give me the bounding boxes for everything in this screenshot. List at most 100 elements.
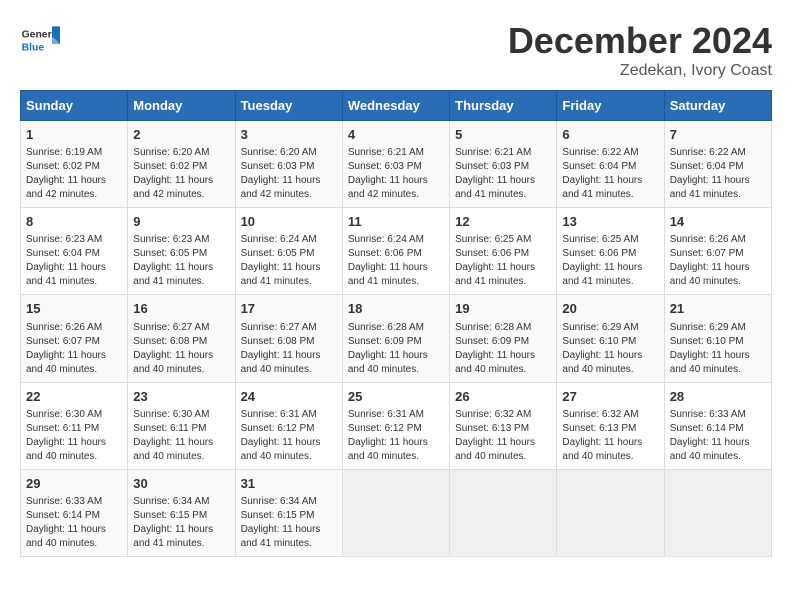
day-info: Sunrise: 6:25 AMSunset: 6:06 PMDaylight:… [455,233,551,289]
calendar-day-cell: 26 Sunrise: 6:32 AMSunset: 6:13 PMDayligh… [450,382,557,469]
day-number: 20 [562,300,658,318]
day-number: 18 [348,300,444,318]
day-info: Sunrise: 6:31 AMSunset: 6:12 PMDaylight:… [241,408,337,464]
svg-text:Blue: Blue [22,42,45,53]
day-info: Sunrise: 6:19 AMSunset: 6:02 PMDaylight:… [26,146,122,202]
calendar-day-cell: 1Sunrise: 6:19 AMSunset: 6:02 PMDaylight… [21,121,128,208]
weekday-header-wednesday: Wednesday [342,91,449,121]
calendar-table: SundayMondayTuesdayWednesdayThursdayFrid… [20,90,772,557]
weekday-header-friday: Friday [557,91,664,121]
calendar-day-cell: 22 Sunrise: 6:30 AMSunset: 6:11 PMDayligh… [21,382,128,469]
calendar-day-cell: 19 Sunrise: 6:28 AMSunset: 6:09 PMDayligh… [450,295,557,382]
calendar-day-cell [664,469,771,556]
day-number: 25 [348,388,444,406]
day-info: Sunrise: 6:20 AMSunset: 6:03 PMDaylight:… [241,146,337,202]
day-number: 14 [670,213,766,231]
day-number: 22 [26,388,122,406]
calendar-day-cell: 20 Sunrise: 6:29 AMSunset: 6:10 PMDayligh… [557,295,664,382]
day-info: Sunrise: 6:28 AMSunset: 6:09 PMDaylight:… [348,321,444,377]
calendar-day-cell: 17Sunrise: 6:27 AMSunset: 6:08 PMDayligh… [235,295,342,382]
calendar-day-cell: 4Sunrise: 6:21 AMSunset: 6:03 PMDaylight… [342,121,449,208]
weekday-header-monday: Monday [128,91,235,121]
day-info: Sunrise: 6:32 AMSunset: 6:13 PMDaylight:… [562,408,658,464]
day-number: 15 [26,300,122,318]
calendar-week-row: 15 Sunrise: 6:26 AMSunset: 6:07 PMDayligh… [21,295,772,382]
day-number: 8 [26,213,122,231]
logo-icon: General Blue [20,20,60,60]
day-info: Sunrise: 6:34 AMSunset: 6:15 PMDaylight:… [241,495,337,551]
day-number: 3 [241,126,337,144]
calendar-body: 1Sunrise: 6:19 AMSunset: 6:02 PMDaylight… [21,121,772,557]
calendar-day-cell: 3 Sunrise: 6:20 AMSunset: 6:03 PMDaylight… [235,121,342,208]
month-title: December 2024 [508,20,772,62]
day-info: Sunrise: 6:33 AMSunset: 6:14 PMDaylight:… [26,495,122,551]
day-info: Sunrise: 6:25 AMSunset: 6:06 PMDaylight:… [562,233,658,289]
day-info: Sunrise: 6:20 AMSunset: 6:02 PMDaylight:… [133,146,229,202]
day-number: 11 [348,213,444,231]
day-number: 28 [670,388,766,406]
day-number: 10 [241,213,337,231]
day-info: Sunrise: 6:30 AMSunset: 6:11 PMDaylight:… [26,408,122,464]
calendar-day-cell: 8 Sunrise: 6:23 AMSunset: 6:04 PMDaylight… [21,208,128,295]
calendar-day-cell: 9 Sunrise: 6:23 AMSunset: 6:05 PMDaylight… [128,208,235,295]
calendar-week-row: 1Sunrise: 6:19 AMSunset: 6:02 PMDaylight… [21,121,772,208]
day-number: 12 [455,213,551,231]
day-info: Sunrise: 6:34 AMSunset: 6:15 PMDaylight:… [133,495,229,551]
calendar-week-row: 8 Sunrise: 6:23 AMSunset: 6:04 PMDaylight… [21,208,772,295]
calendar-day-cell: 23 Sunrise: 6:30 AMSunset: 6:11 PMDayligh… [128,382,235,469]
day-number: 29 [26,475,122,493]
calendar-day-cell: 25 Sunrise: 6:31 AMSunset: 6:12 PMDayligh… [342,382,449,469]
day-info: Sunrise: 6:26 AMSunset: 6:07 PMDaylight:… [26,321,122,377]
calendar-day-cell: 27Sunrise: 6:32 AMSunset: 6:13 PMDayligh… [557,382,664,469]
day-number: 24 [241,388,337,406]
location: Zedekan, Ivory Coast [508,62,772,80]
calendar-day-cell: 6 Sunrise: 6:22 AMSunset: 6:04 PMDaylight… [557,121,664,208]
calendar-day-cell: 12 Sunrise: 6:25 AMSunset: 6:06 PMDayligh… [450,208,557,295]
calendar-day-cell: 30Sunrise: 6:34 AMSunset: 6:15 PMDayligh… [128,469,235,556]
day-info: Sunrise: 6:32 AMSunset: 6:13 PMDaylight:… [455,408,551,464]
day-number: 19 [455,300,551,318]
day-number: 26 [455,388,551,406]
day-number: 13 [562,213,658,231]
weekday-header-thursday: Thursday [450,91,557,121]
day-info: Sunrise: 6:30 AMSunset: 6:11 PMDaylight:… [133,408,229,464]
day-info: Sunrise: 6:33 AMSunset: 6:14 PMDaylight:… [670,408,766,464]
day-info: Sunrise: 6:26 AMSunset: 6:07 PMDaylight:… [670,233,766,289]
day-info: Sunrise: 6:29 AMSunset: 6:10 PMDaylight:… [562,321,658,377]
page-header: General Blue December 2024 Zedekan, Ivor… [20,20,772,80]
day-info: Sunrise: 6:31 AMSunset: 6:12 PMDaylight:… [348,408,444,464]
calendar-day-cell [342,469,449,556]
logo: General Blue [20,20,64,60]
day-number: 16 [133,300,229,318]
day-info: Sunrise: 6:21 AMSunset: 6:03 PMDaylight:… [455,146,551,202]
weekday-header-sunday: Sunday [21,91,128,121]
calendar-day-cell: 21Sunrise: 6:29 AMSunset: 6:10 PMDayligh… [664,295,771,382]
day-info: Sunrise: 6:24 AMSunset: 6:05 PMDaylight:… [241,233,337,289]
day-info: Sunrise: 6:23 AMSunset: 6:04 PMDaylight:… [26,233,122,289]
day-info: Sunrise: 6:22 AMSunset: 6:04 PMDaylight:… [562,146,658,202]
day-number: 17 [241,300,337,318]
calendar-day-cell: 28 Sunrise: 6:33 AMSunset: 6:14 PMDayligh… [664,382,771,469]
day-info: Sunrise: 6:23 AMSunset: 6:05 PMDaylight:… [133,233,229,289]
calendar-day-cell: 29 Sunrise: 6:33 AMSunset: 6:14 PMDayligh… [21,469,128,556]
calendar-day-cell: 13 Sunrise: 6:25 AMSunset: 6:06 PMDayligh… [557,208,664,295]
weekday-header-saturday: Saturday [664,91,771,121]
day-number: 6 [562,126,658,144]
calendar-day-cell: 14 Sunrise: 6:26 AMSunset: 6:07 PMDayligh… [664,208,771,295]
calendar-day-cell [450,469,557,556]
calendar-header-row: SundayMondayTuesdayWednesdayThursdayFrid… [21,91,772,121]
calendar-day-cell: 16Sunrise: 6:27 AMSunset: 6:08 PMDayligh… [128,295,235,382]
day-number: 9 [133,213,229,231]
day-info: Sunrise: 6:24 AMSunset: 6:06 PMDaylight:… [348,233,444,289]
calendar-day-cell [557,469,664,556]
calendar-day-cell: 31Sunrise: 6:34 AMSunset: 6:15 PMDayligh… [235,469,342,556]
calendar-day-cell: 24 Sunrise: 6:31 AMSunset: 6:12 PMDayligh… [235,382,342,469]
day-number: 23 [133,388,229,406]
day-info: Sunrise: 6:28 AMSunset: 6:09 PMDaylight:… [455,321,551,377]
calendar-day-cell: 5Sunrise: 6:21 AMSunset: 6:03 PMDaylight… [450,121,557,208]
calendar-day-cell: 10 Sunrise: 6:24 AMSunset: 6:05 PMDayligh… [235,208,342,295]
weekday-header-tuesday: Tuesday [235,91,342,121]
calendar-day-cell: 7Sunrise: 6:22 AMSunset: 6:04 PMDaylight… [664,121,771,208]
calendar-day-cell: 18 Sunrise: 6:28 AMSunset: 6:09 PMDayligh… [342,295,449,382]
calendar-day-cell: 15 Sunrise: 6:26 AMSunset: 6:07 PMDayligh… [21,295,128,382]
